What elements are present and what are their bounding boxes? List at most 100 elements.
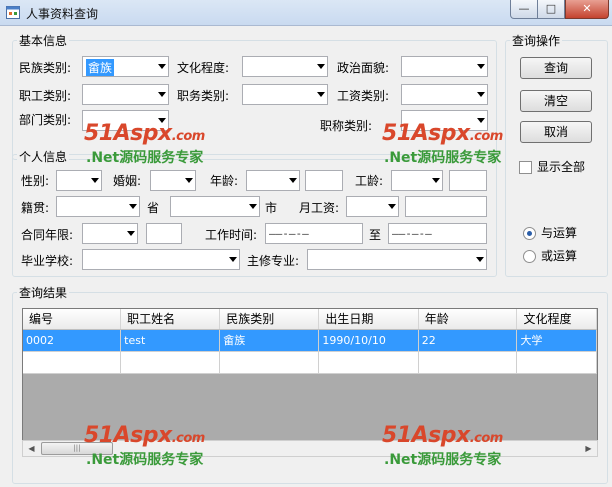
title-bar: 人事资料查询 — □ ✕ bbox=[0, 0, 612, 26]
contract-operator-combo[interactable] bbox=[82, 223, 138, 244]
table-cell[interactable]: 22 bbox=[418, 329, 518, 352]
table-cell[interactable] bbox=[219, 351, 320, 374]
and-label[interactable]: 与运算 bbox=[541, 225, 577, 241]
table-cell[interactable]: 大学 bbox=[516, 329, 597, 352]
salary-type-combo[interactable] bbox=[401, 84, 488, 105]
province-label: 省 bbox=[147, 201, 160, 215]
education-label: 文化程度: bbox=[177, 61, 230, 75]
table-cell[interactable]: 1990/10/10 bbox=[318, 329, 419, 352]
position-type-combo[interactable] bbox=[242, 84, 328, 105]
department-label: 部门类别: bbox=[19, 113, 72, 127]
gender-label: 性别: bbox=[21, 174, 50, 188]
title-type-combo[interactable] bbox=[401, 110, 488, 131]
marriage-combo[interactable] bbox=[150, 170, 196, 191]
dropdown-arrow-icon bbox=[289, 178, 297, 183]
new-row[interactable] bbox=[23, 351, 597, 374]
clear-button[interactable]: 清空 bbox=[520, 90, 592, 112]
position-type-label: 职务类别: bbox=[177, 89, 230, 103]
table-cell[interactable] bbox=[418, 351, 518, 374]
ethnicity-combo[interactable]: 畲族 bbox=[82, 56, 169, 77]
cancel-button[interactable]: 取消 bbox=[520, 121, 592, 143]
age-operator-combo[interactable] bbox=[246, 170, 300, 191]
results-table: 编号 职工姓名 民族类别 出生日期 年龄 文化程度 0002 test 畲族 1… bbox=[23, 309, 597, 374]
results-grid[interactable]: 编号 职工姓名 民族类别 出生日期 年龄 文化程度 0002 test 畲族 1… bbox=[22, 308, 598, 456]
contract-input[interactable] bbox=[146, 223, 182, 244]
age-label: 年龄: bbox=[210, 174, 239, 188]
to-label: 至 bbox=[369, 228, 382, 242]
show-all-checkbox[interactable] bbox=[519, 161, 532, 174]
table-cell[interactable] bbox=[516, 351, 597, 374]
education-combo[interactable] bbox=[242, 56, 328, 77]
close-button[interactable]: ✕ bbox=[565, 0, 609, 19]
monthly-salary-label: 月工资: bbox=[299, 201, 340, 215]
dropdown-arrow-icon bbox=[127, 231, 135, 236]
political-combo[interactable] bbox=[401, 56, 488, 77]
salary-type-label: 工资类别: bbox=[337, 89, 390, 103]
table-cell[interactable]: test bbox=[120, 329, 221, 352]
scroll-left-icon[interactable]: ◀ bbox=[23, 441, 40, 456]
employee-type-label: 职工类别: bbox=[19, 89, 72, 103]
column-header[interactable]: 编号 bbox=[23, 309, 122, 330]
contract-label: 合同年限: bbox=[21, 228, 74, 242]
table-cell[interactable] bbox=[318, 351, 419, 374]
scroll-thumb[interactable]: ||| bbox=[41, 442, 113, 455]
work-time-label: 工作时间: bbox=[205, 228, 258, 242]
dropdown-arrow-icon bbox=[158, 64, 166, 69]
column-header[interactable]: 职工姓名 bbox=[120, 309, 221, 330]
political-label: 政治面貌: bbox=[337, 61, 390, 75]
app-icon bbox=[6, 6, 20, 19]
horizontal-scrollbar[interactable]: ◀ ||| ▶ bbox=[22, 440, 598, 457]
dropdown-arrow-icon bbox=[317, 92, 325, 97]
dropdown-arrow-icon bbox=[317, 64, 325, 69]
work-time-start-picker[interactable]: ——-—-— bbox=[265, 223, 363, 244]
dropdown-arrow-icon bbox=[477, 118, 485, 123]
table-row[interactable]: 0002 test 畲族 1990/10/10 22 大学 bbox=[23, 329, 597, 352]
seniority-operator-combo[interactable] bbox=[391, 170, 443, 191]
monthly-salary-input[interactable] bbox=[405, 196, 487, 217]
table-cell[interactable]: 0002 bbox=[23, 329, 122, 352]
age-input[interactable] bbox=[305, 170, 343, 191]
window-title: 人事资料查询 bbox=[26, 7, 99, 21]
school-label: 毕业学校: bbox=[21, 254, 74, 268]
column-header[interactable]: 年龄 bbox=[418, 309, 518, 330]
gender-combo[interactable] bbox=[56, 170, 102, 191]
or-radio[interactable] bbox=[523, 250, 536, 263]
marriage-label: 婚姻: bbox=[113, 174, 142, 188]
city-label: 市 bbox=[265, 201, 278, 215]
operations-label: 查询操作 bbox=[510, 32, 563, 49]
dropdown-arrow-icon bbox=[477, 92, 485, 97]
dropdown-arrow-icon bbox=[249, 204, 257, 209]
major-label: 主修专业: bbox=[247, 254, 300, 268]
table-cell[interactable] bbox=[120, 351, 221, 374]
dropdown-arrow-icon bbox=[158, 118, 166, 123]
column-header[interactable]: 文化程度 bbox=[516, 309, 597, 330]
salary-operator-combo[interactable] bbox=[346, 196, 399, 217]
department-combo[interactable] bbox=[82, 110, 169, 131]
or-label[interactable]: 或运算 bbox=[541, 248, 577, 264]
seniority-label: 工龄: bbox=[355, 174, 384, 188]
column-header[interactable]: 民族类别 bbox=[219, 309, 320, 330]
work-time-end-picker[interactable]: ——-—-— bbox=[388, 223, 487, 244]
school-combo[interactable] bbox=[82, 249, 240, 270]
scroll-right-icon[interactable]: ▶ bbox=[580, 441, 597, 456]
header-row: 编号 职工姓名 民族类别 出生日期 年龄 文化程度 bbox=[23, 309, 597, 330]
dropdown-arrow-icon bbox=[229, 257, 237, 262]
table-cell[interactable] bbox=[23, 351, 122, 374]
dropdown-arrow-icon bbox=[477, 64, 485, 69]
city-combo[interactable] bbox=[170, 196, 260, 217]
minimize-button[interactable]: — bbox=[510, 0, 538, 19]
province-combo[interactable] bbox=[56, 196, 140, 217]
query-button[interactable]: 查询 bbox=[520, 57, 592, 79]
dropdown-arrow-icon bbox=[91, 178, 99, 183]
table-cell[interactable]: 畲族 bbox=[219, 329, 320, 352]
major-combo[interactable] bbox=[307, 249, 487, 270]
ethnicity-value: 畲族 bbox=[86, 59, 115, 76]
dropdown-arrow-icon bbox=[129, 204, 137, 209]
and-radio[interactable] bbox=[523, 227, 536, 240]
maximize-button[interactable]: □ bbox=[537, 0, 565, 19]
employee-type-combo[interactable] bbox=[82, 84, 169, 105]
show-all-label[interactable]: 显示全部 bbox=[537, 159, 585, 175]
column-header[interactable]: 出生日期 bbox=[318, 309, 419, 330]
seniority-input[interactable] bbox=[449, 170, 487, 191]
dropdown-arrow-icon bbox=[432, 178, 440, 183]
